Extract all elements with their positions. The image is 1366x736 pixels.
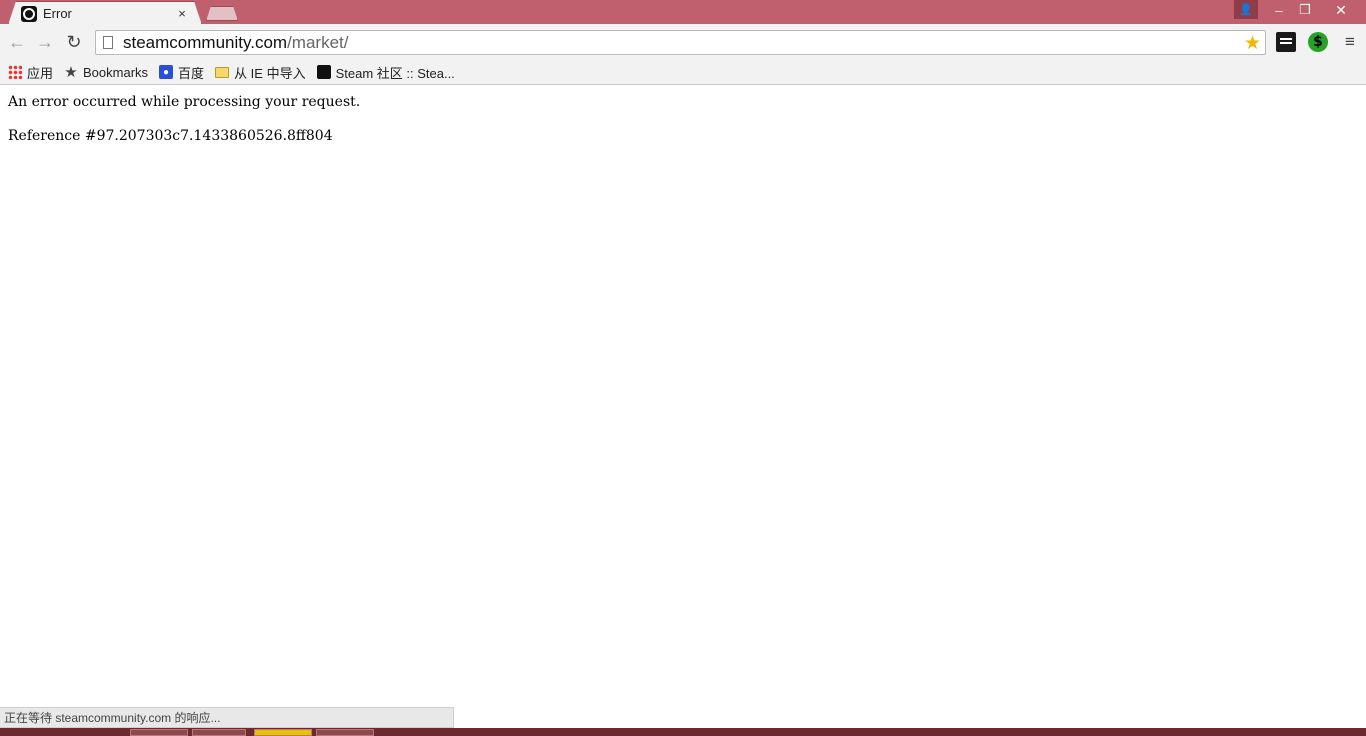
bookmarks-bar: 应用 ★ Bookmarks ● 百度 从 IE 中导入 Steam 社区 ::…: [0, 60, 1366, 85]
bookmark-ie-import[interactable]: 从 IE 中导入: [215, 63, 306, 82]
bookmark-bookmarks[interactable]: ★ Bookmarks: [64, 64, 149, 81]
steam-favicon-icon: [21, 5, 37, 22]
bookmark-label: Bookmarks: [83, 64, 149, 80]
tab-error[interactable]: Error ×: [8, 1, 202, 25]
steam-extension-icon[interactable]: [1276, 32, 1296, 52]
bookmark-label: 从 IE 中导入: [234, 65, 306, 81]
browser-toolbar: ← → ↻ steamcommunity.com/market/ ★ $ ≡: [0, 24, 1366, 60]
bookmark-label: Steam 社区 :: Stea...: [335, 65, 455, 81]
folder-icon: [215, 66, 230, 78]
taskbar-item[interactable]: [316, 729, 374, 736]
forward-button[interactable]: →: [34, 31, 56, 53]
tab-close-icon[interactable]: ×: [173, 6, 191, 21]
bookmark-star-icon[interactable]: ★: [1244, 32, 1261, 55]
profile-icon[interactable]: 👤: [1234, 0, 1258, 19]
baidu-paw-icon: ●: [159, 65, 174, 79]
error-message: An error occurred while processing your …: [8, 94, 361, 110]
minimize-button[interactable]: –: [1266, 0, 1292, 20]
money-extension-icon[interactable]: $: [1308, 32, 1328, 52]
back-button[interactable]: ←: [6, 31, 28, 53]
url-path: /market/: [287, 32, 349, 52]
star-icon: ★: [64, 64, 78, 81]
taskbar-item[interactable]: [192, 729, 246, 736]
bookmark-baidu[interactable]: ● 百度: [159, 63, 204, 82]
reference-code: Reference #97.207303c7.1433860526.8ff804: [8, 128, 333, 144]
new-tab-button[interactable]: [206, 6, 238, 21]
address-bar[interactable]: steamcommunity.com/market/ ★: [95, 30, 1266, 55]
taskbar-item[interactable]: [130, 729, 188, 736]
tab-title: Error: [43, 6, 72, 21]
chrome-menu-icon[interactable]: ≡: [1340, 32, 1360, 52]
title-bar: Error × 👤 – ❐ ✕: [0, 0, 1366, 25]
page-content: An error occurred while processing your …: [8, 94, 360, 162]
steam-icon: [316, 65, 331, 79]
bookmark-label: 百度: [178, 65, 205, 81]
taskbar-item[interactable]: [254, 729, 312, 736]
url-host: steamcommunity.com: [123, 32, 288, 52]
apps-icon: [8, 65, 22, 79]
bookmark-steam-community[interactable]: Steam 社区 :: Stea...: [316, 63, 455, 82]
page-icon: [103, 36, 113, 49]
status-bubble: 正在等待 steamcommunity.com 的响应...: [0, 707, 454, 728]
reload-button[interactable]: ↻: [63, 31, 85, 53]
close-window-button[interactable]: ✕: [1318, 0, 1364, 20]
bookmark-apps[interactable]: 应用: [8, 63, 53, 82]
restore-button[interactable]: ❐: [1292, 0, 1318, 20]
bookmark-label: 应用: [27, 65, 54, 81]
